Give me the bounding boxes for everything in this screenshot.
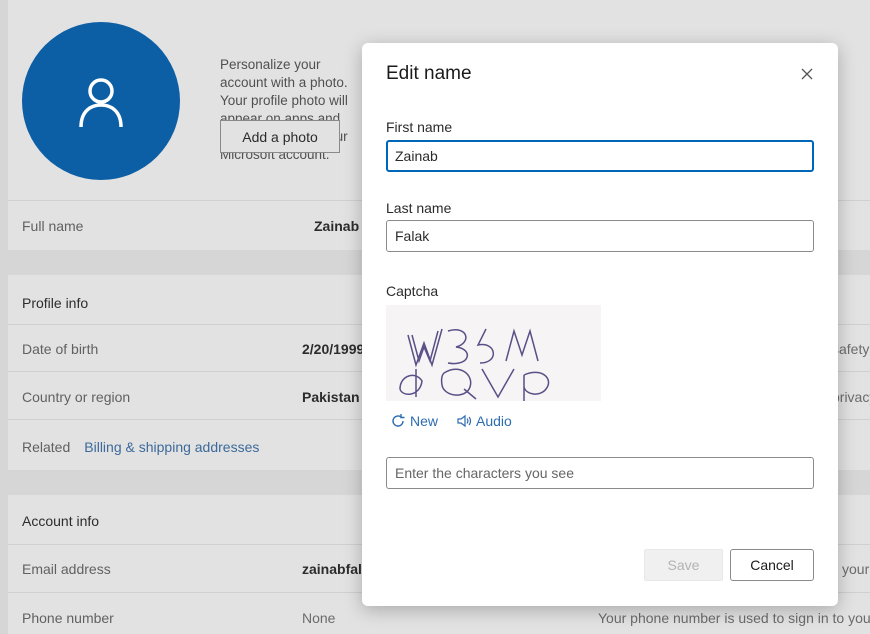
last-name-input[interactable]: [386, 220, 814, 252]
phone-label: Phone number: [22, 610, 114, 626]
save-button[interactable]: Save: [644, 549, 723, 581]
add-photo-button[interactable]: Add a photo: [220, 120, 340, 153]
dob-value: 2/20/1999: [302, 341, 365, 357]
email-note: your: [842, 561, 870, 577]
related-label: Related: [22, 439, 71, 455]
phone-note: Your phone number is used to sign in to …: [598, 610, 870, 626]
person-icon: [79, 78, 123, 128]
phone-value: None: [302, 610, 336, 626]
audio-captcha-button[interactable]: Audio: [456, 413, 512, 429]
refresh-icon: [392, 414, 405, 427]
account-info-heading: Account info: [22, 513, 100, 529]
audio-label: Audio: [476, 413, 512, 429]
full-name-label: Full name: [22, 218, 84, 234]
country-value: Pakistan: [302, 389, 360, 405]
close-icon: [801, 68, 813, 80]
dialog-title: Edit name: [386, 63, 472, 84]
related-row: Related Billing & shipping addresses: [22, 439, 259, 455]
captcha-input[interactable]: [386, 457, 814, 489]
new-label: New: [410, 413, 439, 429]
captcha-actions: New Audio: [390, 413, 512, 429]
speaker-icon: [457, 414, 472, 428]
edit-name-dialog: Edit name First name Last name Captcha: [362, 43, 838, 606]
first-name-label: First name: [386, 119, 453, 135]
cancel-button[interactable]: Cancel: [730, 549, 814, 581]
last-name-label: Last name: [386, 200, 452, 216]
captcha-image: [386, 305, 601, 401]
billing-link[interactable]: Billing & shipping addresses: [84, 439, 259, 455]
profile-info-heading: Profile info: [22, 295, 89, 311]
email-value: zainabfalak: [302, 561, 362, 577]
close-button[interactable]: [798, 65, 816, 83]
email-label: Email address: [22, 561, 111, 577]
first-name-input[interactable]: [386, 140, 814, 172]
avatar[interactable]: [22, 22, 180, 180]
dob-label: Date of birth: [22, 341, 99, 357]
new-captcha-button[interactable]: New: [390, 413, 438, 429]
captcha-label: Captcha: [386, 283, 439, 299]
country-label: Country or region: [22, 389, 131, 405]
captcha-graphic: [399, 328, 550, 401]
